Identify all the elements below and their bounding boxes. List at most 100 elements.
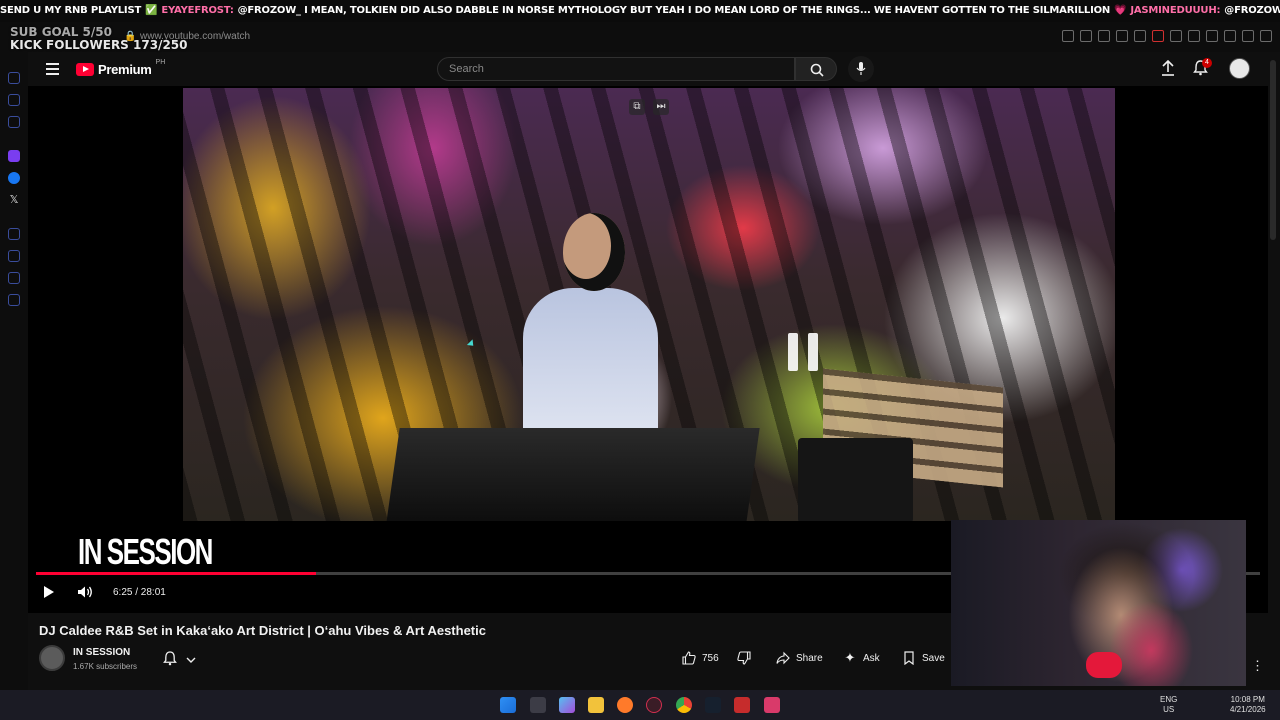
- subscribed-bell-button[interactable]: [159, 647, 205, 671]
- sidebar-app-icon[interactable]: [8, 272, 20, 284]
- ticker-segment: EYAYEFROST:: [161, 5, 234, 16]
- ticker-segment: ✅: [145, 5, 158, 16]
- wallet-icon[interactable]: [1188, 30, 1200, 42]
- volume-icon[interactable]: [77, 585, 93, 599]
- browser-sidebar: 𝕏: [0, 52, 28, 692]
- logo-text: Premium: [98, 62, 152, 77]
- channel-avatar[interactable]: [39, 645, 65, 671]
- sidebar-app-icon[interactable]: [8, 250, 20, 262]
- search-icon: [810, 63, 824, 77]
- upload-icon[interactable]: [1161, 60, 1175, 76]
- youtube-logo[interactable]: Premium PH: [76, 59, 166, 77]
- browser-menu-icon[interactable]: [1260, 30, 1272, 42]
- app-icon[interactable]: [734, 697, 750, 713]
- chat-ticker: SEND U MY RNB PLAYLIST ✅ EYAYEFROST: @FROZO…: [0, 0, 1280, 22]
- dj-head: [563, 213, 625, 291]
- app-icon[interactable]: [764, 697, 780, 713]
- streamer-webcam: [951, 520, 1246, 686]
- browser-extension-icons: [1062, 30, 1272, 42]
- save-label: Save: [922, 652, 945, 664]
- ask-label: Ask: [863, 652, 880, 664]
- microphone: [1086, 652, 1122, 678]
- stream-goals: SUB GOAL 5/50 KICK FOLLOWERS 173/250: [10, 26, 188, 52]
- share-button[interactable]: Share: [776, 646, 823, 670]
- puzzle-icon[interactable]: [1170, 30, 1182, 42]
- subscriber-count: 1.67K subscribers: [73, 662, 138, 671]
- ticker-segment: JASMINEDUUUH:: [1130, 5, 1221, 16]
- shield-icon[interactable]: [1098, 30, 1110, 42]
- start-icon[interactable]: [500, 697, 516, 713]
- play-icon[interactable]: [44, 586, 54, 598]
- youtube-play-icon: [76, 63, 94, 76]
- language-indicator[interactable]: ENG US: [1160, 695, 1177, 715]
- kick-followers-goal: KICK FOLLOWERS 173/250: [10, 38, 188, 52]
- progress-fill: [36, 572, 317, 575]
- mic-icon: [856, 62, 866, 75]
- windows-taskbar: ENG US 10:08 PM 4/21/2026: [0, 690, 1280, 720]
- video-title: DJ Caldee R&B Set in Kaka‘ako Art Distri…: [39, 623, 486, 638]
- steam-icon[interactable]: [705, 697, 721, 713]
- opera-icon[interactable]: [646, 697, 662, 713]
- save-icon: [904, 651, 914, 665]
- dj-figure: [523, 288, 658, 438]
- ai-icon[interactable]: [1242, 30, 1254, 42]
- share-label: Share: [796, 652, 823, 664]
- dislike-icon: [737, 651, 751, 665]
- video-frame[interactable]: ⧉ ⏭: [183, 88, 1115, 521]
- firefox-icon[interactable]: [617, 697, 633, 713]
- clock-time: 10:08 PM: [1230, 695, 1265, 704]
- search-input[interactable]: [449, 63, 769, 75]
- next-icon[interactable]: ⏭: [653, 99, 669, 115]
- sidebar-app-icon[interactable]: [8, 94, 20, 106]
- heart-icon[interactable]: [1134, 30, 1146, 42]
- x-icon[interactable]: 𝕏: [8, 194, 20, 206]
- more-icon[interactable]: ⋮: [1251, 658, 1264, 674]
- settings-icon[interactable]: [8, 294, 20, 306]
- voice-search-button[interactable]: [848, 56, 874, 82]
- download-icon[interactable]: [1224, 30, 1236, 42]
- twitch-icon[interactable]: [8, 150, 20, 162]
- channel-name[interactable]: IN SESSION: [73, 647, 130, 658]
- ask-button[interactable]: ✦ Ask: [843, 646, 880, 670]
- like-count: 756: [702, 652, 719, 664]
- extension-red-icon[interactable]: [1152, 30, 1164, 42]
- youtube-header: Premium PH 4: [28, 52, 1280, 86]
- ticker-segment: @FROZOW_ I MEAN, TOLKIEN DID ALSO DABBLE…: [237, 5, 1111, 16]
- bell-icon: [163, 651, 177, 666]
- dj-table: [386, 428, 760, 521]
- page-scrollbar[interactable]: [1270, 60, 1276, 240]
- dislike-button[interactable]: [737, 646, 751, 670]
- time-display: 6:25 / 28:01: [113, 587, 166, 598]
- region: US: [1163, 705, 1175, 714]
- menu-icon[interactable]: [46, 63, 59, 75]
- ask-icon: ✦: [844, 650, 856, 665]
- account-avatar[interactable]: [1229, 58, 1250, 79]
- play-ext-icon[interactable]: [1116, 30, 1128, 42]
- like-button[interactable]: 756: [682, 646, 719, 670]
- messenger-icon[interactable]: [8, 172, 20, 184]
- search-button[interactable]: [795, 57, 837, 81]
- task-view-icon[interactable]: [530, 697, 546, 713]
- ticker-segment: SEND U MY RNB PLAYLIST: [0, 5, 142, 16]
- pause-icon[interactable]: [788, 333, 822, 371]
- chevron-down-icon: [186, 657, 196, 663]
- browser-toolbar: 🔒 www.youtube.com/watch: [0, 22, 1280, 52]
- share-icon: [776, 651, 790, 665]
- search-field[interactable]: [437, 57, 795, 81]
- clock[interactable]: 10:08 PM 4/21/2026: [1230, 695, 1266, 715]
- miniplayer-icon[interactable]: ⧉: [629, 99, 645, 115]
- save-button[interactable]: Save: [902, 646, 945, 670]
- ticker-segment: @FROZOW_ YAY TENCHU BB BOI: [1224, 5, 1280, 16]
- sidebar-app-icon[interactable]: [8, 72, 20, 84]
- profile-icon[interactable]: [1206, 30, 1218, 42]
- bookmark-icon[interactable]: [1062, 30, 1074, 42]
- sidebar-app-icon[interactable]: [8, 116, 20, 128]
- chrome-icon[interactable]: [676, 697, 692, 713]
- ticker-segment: 💗: [1114, 5, 1127, 16]
- sidebar-app-icon[interactable]: [8, 228, 20, 240]
- screenshot-icon[interactable]: [1080, 30, 1092, 42]
- copilot-icon[interactable]: [559, 697, 575, 713]
- logo-region: PH: [155, 59, 166, 66]
- speaker-crate: [798, 438, 913, 521]
- file-explorer-icon[interactable]: [588, 697, 604, 713]
